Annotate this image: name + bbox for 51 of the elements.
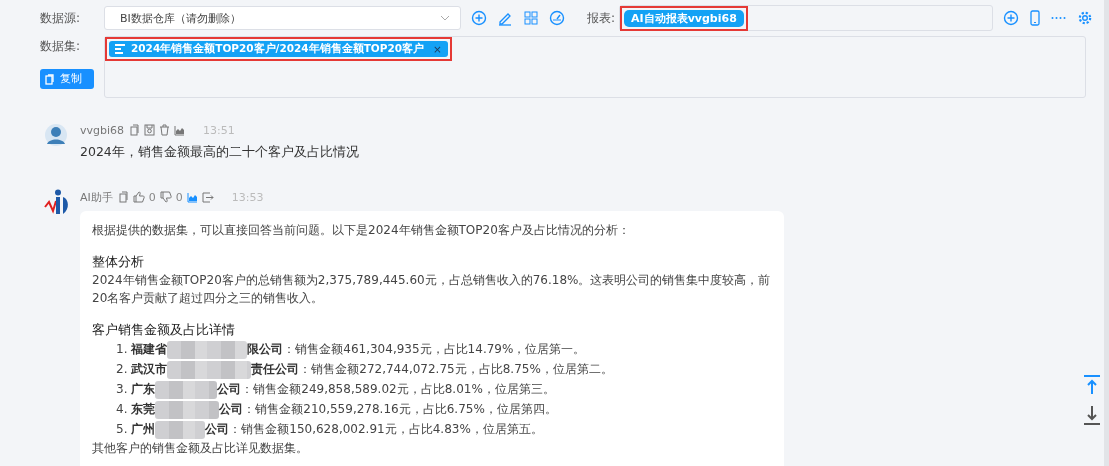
scroll-top-icon[interactable] bbox=[1083, 375, 1101, 395]
section-heading: 客户销售金额及占比详情 bbox=[92, 321, 236, 339]
dataset-tag[interactable]: 2024年销售金额TOP20客户/2024年销售金额TOP20客户 bbox=[131, 42, 425, 56]
copy-icon[interactable] bbox=[118, 191, 129, 203]
timestamp: 13:53 bbox=[231, 190, 264, 204]
close-icon[interactable]: × bbox=[433, 43, 442, 55]
section-footer: 其他客户的销售金额及占比详见数据集。 bbox=[92, 439, 772, 457]
list-item: 1. 福建省 限公司：销售金额461,304,935元，占比14.79%，位居第一。 bbox=[116, 339, 772, 359]
section-paragraph: 2024年销售金额TOP20客户的总销售额为2,375,789,445.60元，占总销售收入的76.18%。这表明公司的销售集中度较高，前20名客户贡献了超过四分之三的销售收入。 bbox=[92, 272, 772, 307]
list-item: 4. 东莞 公司：销售金额210,559,278.16元，占比6.75%，位居第四。 bbox=[116, 399, 772, 419]
trash-icon[interactable] bbox=[159, 124, 171, 136]
datasource-select[interactable]: BI数据仓库（请勿删除） bbox=[104, 6, 461, 30]
blurred-region bbox=[155, 400, 220, 419]
dataset-field[interactable]: 2024年销售金额TOP20客户/2024年销售金额TOP20客户 × bbox=[104, 36, 1086, 98]
thumbs-down-icon[interactable] bbox=[159, 191, 172, 203]
copy-icon[interactable] bbox=[130, 124, 141, 136]
chevron-down-icon bbox=[440, 15, 450, 21]
settings-icon[interactable] bbox=[1077, 10, 1094, 26]
scroll-bottom-icon[interactable] bbox=[1083, 405, 1101, 425]
datasource-label: 数据源: bbox=[40, 9, 82, 27]
thumbs-up-icon[interactable] bbox=[132, 191, 145, 203]
report-label: 报表: bbox=[587, 9, 616, 27]
timestamp: 13:51 bbox=[203, 123, 235, 137]
author-name: vvgbi68 bbox=[80, 123, 125, 137]
list-item: 2. 武汉市 责任公司：销售金额272,744,072.75元，占比8.75%，位居第二。 bbox=[116, 359, 772, 379]
chart-icon[interactable] bbox=[186, 191, 198, 203]
section-heading: 整体分析 bbox=[92, 253, 145, 271]
more-icon[interactable] bbox=[1051, 16, 1068, 20]
blurred-region bbox=[155, 380, 218, 399]
list-icon bbox=[115, 44, 126, 54]
user-message: 2024年，销售金额最高的二十个客户及占比情况 bbox=[80, 144, 359, 161]
copy-icon bbox=[45, 73, 55, 85]
report-tag[interactable]: AI自动报表vvgbi68 bbox=[624, 9, 744, 27]
gauge-icon[interactable] bbox=[549, 10, 565, 26]
copy-button[interactable]: 复制 bbox=[40, 69, 94, 89]
save-icon[interactable] bbox=[144, 124, 156, 136]
chart-icon[interactable] bbox=[174, 124, 186, 136]
export-icon[interactable] bbox=[201, 191, 214, 203]
report-field[interactable]: AI自动报表vvgbi68 bbox=[619, 5, 994, 31]
dataset-label: 数据集: bbox=[40, 38, 82, 55]
answer-intro: 根据提供的数据集，可以直接回答当前问题。以下是2024年销售金额TOP20客户及占比情况的分析： bbox=[92, 222, 631, 239]
author-name: AI助手 bbox=[80, 189, 113, 205]
add-icon[interactable] bbox=[1003, 10, 1020, 26]
grid-icon[interactable] bbox=[523, 10, 539, 26]
list-item: 5. 广州 公司：销售金额150,628,002.91元，占比4.83%，位居第五。 bbox=[116, 419, 772, 439]
add-icon[interactable] bbox=[471, 10, 487, 26]
blurred-region bbox=[155, 420, 206, 439]
list-item: 3. 广东 公司：销售金额249,858,589.02元，占比8.01%，位居第三。 bbox=[116, 379, 772, 399]
phone-icon[interactable] bbox=[1029, 10, 1042, 26]
like-count: 0 bbox=[148, 190, 156, 204]
dislike-count: 0 bbox=[175, 190, 183, 204]
